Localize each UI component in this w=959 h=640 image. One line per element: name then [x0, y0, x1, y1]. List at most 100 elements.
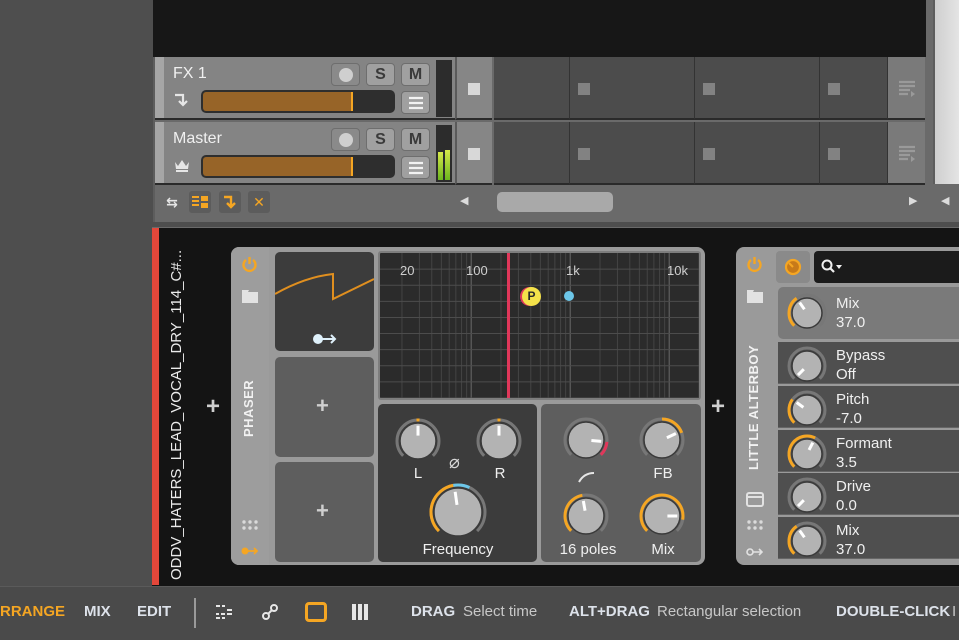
knob-l[interactable] — [394, 417, 442, 465]
track-name: FX 1 — [173, 65, 207, 82]
phase-invert-icon[interactable]: ⌀ — [449, 452, 460, 473]
knob-pointer — [453, 491, 459, 506]
modulator-slot-lfo[interactable] — [275, 252, 374, 351]
knob-label-poles[interactable]: 16 poles — [548, 541, 628, 558]
clip-slot[interactable] — [695, 57, 820, 120]
stop-square-icon — [468, 83, 480, 95]
power-icon[interactable] — [241, 256, 258, 278]
param-name: Pitch — [836, 391, 870, 408]
track-color-stripe — [155, 57, 164, 118]
clip-slot[interactable] — [570, 122, 695, 185]
add-modulator-button[interactable]: + — [316, 498, 329, 524]
bitwig-window: FX 1 S M Master S M ⇆ ✕ ◀ ▶ ◀ ODDV_HATER… — [0, 0, 959, 640]
grid-dots-icon[interactable] — [242, 519, 258, 537]
power-icon[interactable] — [746, 256, 763, 278]
knob-body — [791, 481, 823, 513]
scroll-left-button-2[interactable]: ◀ — [941, 194, 949, 207]
knob-body — [791, 297, 823, 329]
stop-square-icon — [828, 148, 840, 160]
clip-stop-slot[interactable] — [455, 57, 492, 120]
modulation-route-icon[interactable] — [312, 333, 338, 345]
clip-slot[interactable] — [820, 57, 888, 120]
clip-slot[interactable] — [695, 122, 820, 185]
hint-action: I — [952, 603, 957, 620]
knob-pointer — [591, 438, 602, 443]
menu-icon — [408, 96, 423, 110]
knob-mix[interactable] — [786, 292, 828, 334]
scroll-left-button[interactable]: ◀ — [460, 194, 468, 207]
solo-button[interactable]: S — [366, 63, 395, 86]
knob-body — [433, 487, 483, 537]
mute-button[interactable]: M — [401, 63, 430, 86]
scene-launch-button[interactable] — [888, 122, 925, 185]
meter-bar-left — [438, 152, 443, 180]
knob-drive[interactable] — [786, 476, 828, 518]
mixer-columns-icon[interactable] — [351, 603, 369, 626]
solo-button[interactable]: S — [366, 128, 395, 151]
volume-handle[interactable] — [351, 157, 354, 176]
param-name: Bypass — [836, 347, 886, 364]
clip-stop-slot[interactable] — [455, 122, 492, 185]
scene-icon — [899, 145, 915, 162]
track-header-master[interactable]: Master S M — [155, 122, 492, 185]
knob-shape[interactable] — [562, 416, 610, 464]
clip-slot[interactable] — [820, 122, 888, 185]
layout-toggle-button[interactable] — [189, 191, 211, 213]
knob-pitch[interactable] — [786, 389, 828, 431]
knob-bypass[interactable] — [786, 345, 828, 387]
plugin-window-icon[interactable] — [746, 492, 764, 512]
grid-pattern-icon[interactable] — [216, 604, 234, 625]
horizontal-scrollbar-thumb[interactable] — [497, 192, 613, 212]
knob-body — [643, 421, 681, 459]
modulation-point[interactable] — [564, 291, 574, 301]
grid-dots-icon[interactable] — [747, 519, 763, 537]
add-device-button[interactable]: + — [206, 393, 220, 421]
modulator-output-icon[interactable] — [241, 543, 259, 561]
add-device-button[interactable]: + — [711, 393, 725, 421]
knob-fb[interactable] — [638, 416, 686, 464]
device-panel-toggle-icon[interactable] — [305, 602, 327, 622]
parameter-search-input[interactable] — [814, 251, 959, 283]
preset-folder-icon[interactable] — [747, 290, 763, 308]
knob-r[interactable] — [475, 417, 523, 465]
modulator-slot-empty[interactable]: + — [275, 357, 374, 457]
preset-folder-icon[interactable] — [242, 290, 258, 308]
frequency-graph[interactable]: 20 100 1k 10k P — [378, 251, 701, 400]
knob-frequency[interactable] — [428, 482, 488, 542]
scroll-right-button[interactable]: ▶ — [909, 194, 917, 207]
knob-mix[interactable] — [638, 492, 686, 540]
frequency-cursor-line[interactable] — [507, 253, 510, 398]
remote-controls-button[interactable] — [776, 251, 810, 283]
track-menu-button[interactable] — [401, 91, 430, 114]
close-icon[interactable]: ✕ — [248, 191, 270, 213]
mode-edit-tab[interactable]: EDIT — [137, 603, 171, 620]
modulator-output-icon[interactable] — [746, 544, 764, 562]
track-color-stripe — [155, 122, 164, 183]
knob-poles[interactable] — [562, 492, 610, 540]
swap-icon[interactable]: ⇆ — [161, 191, 183, 213]
link-icon[interactable] — [262, 604, 278, 625]
knob-mix[interactable] — [786, 520, 828, 562]
clip-slot[interactable] — [494, 57, 570, 120]
mode-mix-tab[interactable]: MIX — [84, 603, 111, 620]
volume-fader[interactable] — [201, 155, 395, 178]
phaser-marker-p[interactable]: P — [522, 287, 541, 306]
param-value: -7.0 — [836, 410, 862, 427]
mute-button[interactable]: M — [401, 128, 430, 151]
hint-key: DOUBLE-CLICK — [836, 603, 951, 620]
freq-tick-label: 10k — [667, 263, 688, 278]
track-header-fx1[interactable]: FX 1 S M — [155, 57, 492, 120]
mode-arrange-tab[interactable]: RRANGE — [0, 603, 65, 620]
fx-return-toggle-button[interactable] — [219, 191, 241, 213]
knob-formant[interactable] — [786, 433, 828, 475]
record-arm-button[interactable] — [331, 128, 360, 151]
clip-slot[interactable] — [570, 57, 695, 120]
record-arm-button[interactable] — [331, 63, 360, 86]
add-modulator-button[interactable]: + — [316, 393, 329, 419]
volume-fader[interactable] — [201, 90, 395, 113]
clip-slot[interactable] — [494, 122, 570, 185]
volume-handle[interactable] — [351, 92, 354, 111]
scene-launch-button[interactable] — [888, 57, 925, 120]
track-menu-button[interactable] — [401, 156, 430, 179]
modulator-slot-empty[interactable]: + — [275, 462, 374, 562]
